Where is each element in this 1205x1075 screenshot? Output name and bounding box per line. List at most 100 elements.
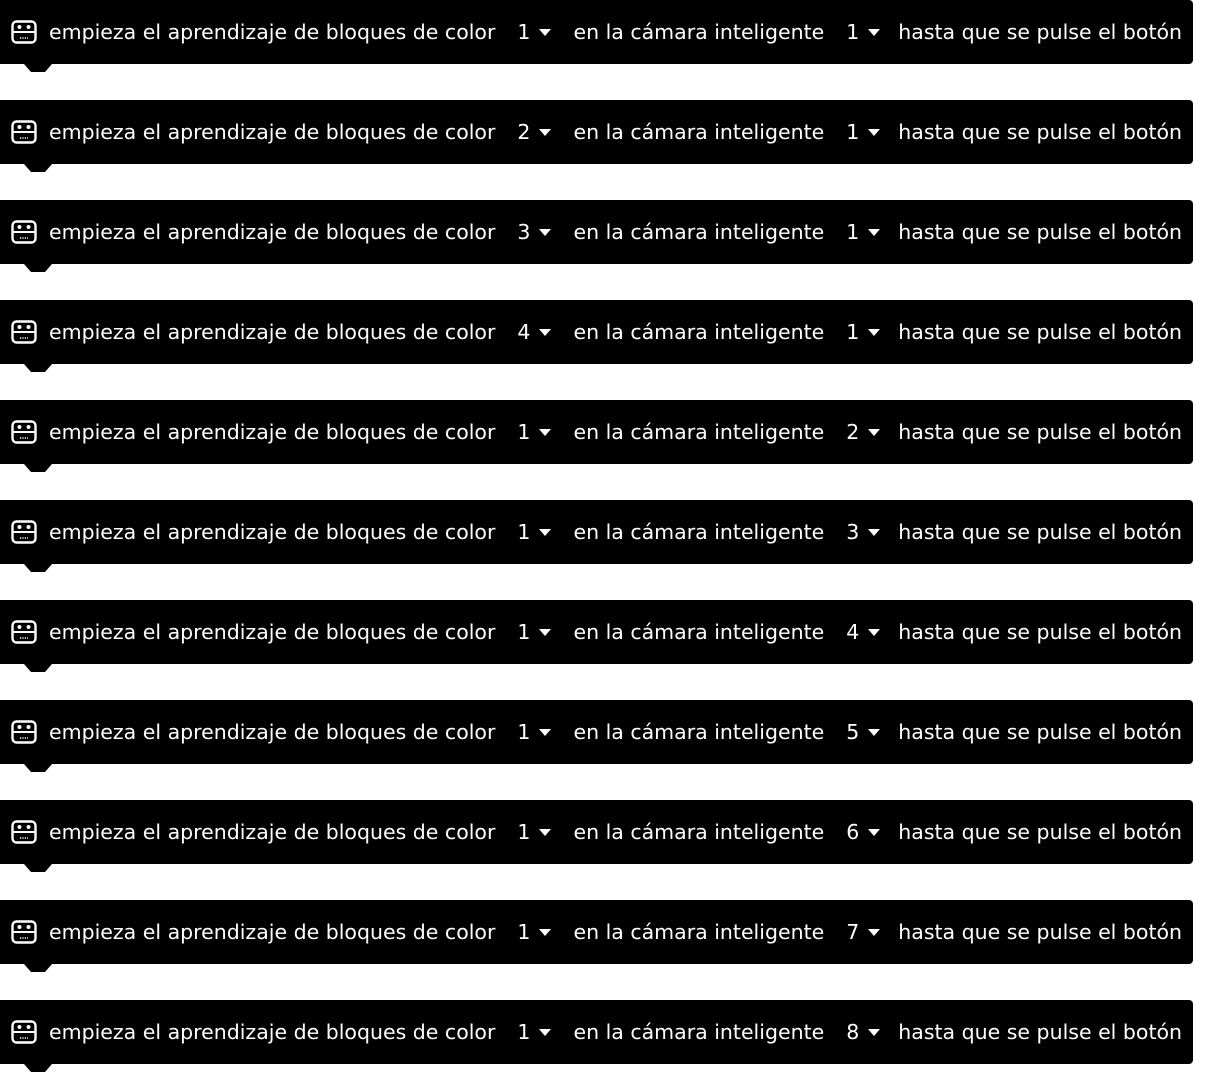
color-block-dropdown[interactable]: 3 — [517, 220, 552, 244]
color-block-dropdown[interactable]: 1 — [517, 420, 552, 444]
color-block-dropdown[interactable]: 1 — [517, 1020, 552, 1044]
color-block-dropdown[interactable]: 1 — [517, 20, 552, 44]
color-block-dropdown[interactable]: 1 — [517, 720, 552, 744]
color-block-value: 1 — [517, 920, 531, 944]
caret-down-icon — [868, 628, 881, 636]
camera-value: 1 — [846, 120, 860, 144]
block-label-start: empieza el aprendizaje de bloques de col… — [49, 820, 496, 844]
caret-down-icon — [868, 828, 881, 836]
camera-dropdown[interactable]: 1 — [846, 120, 881, 144]
block-label-middle: en la cámara inteligente — [573, 420, 825, 444]
color-block-value: 1 — [517, 720, 531, 744]
block-label-middle: en la cámara inteligente — [573, 120, 825, 144]
caret-down-icon — [539, 228, 552, 236]
block-label-middle: en la cámara inteligente — [573, 220, 825, 244]
block-label-start: empieza el aprendizaje de bloques de col… — [49, 520, 496, 544]
camera-dropdown[interactable]: 7 — [846, 920, 881, 944]
camera-value: 5 — [846, 720, 860, 744]
learn-color-block[interactable]: empieza el aprendizaje de bloques de col… — [0, 300, 1194, 364]
camera-value: 1 — [846, 220, 860, 244]
block-label-middle: en la cámara inteligente — [573, 720, 825, 744]
camera-dropdown[interactable]: 3 — [846, 520, 881, 544]
block-label-start: empieza el aprendizaje de bloques de col… — [49, 920, 496, 944]
block-label-end: hasta que se pulse el botón — [898, 220, 1183, 244]
block-label-start: empieza el aprendizaje de bloques de col… — [49, 20, 496, 44]
block-label-middle: en la cámara inteligente — [573, 920, 825, 944]
color-block-value: 1 — [517, 20, 531, 44]
camera-value: 3 — [846, 520, 860, 544]
camera-dropdown[interactable]: 4 — [846, 620, 881, 644]
robot-face-icon — [11, 819, 37, 845]
caret-down-icon — [868, 528, 881, 536]
color-block-dropdown[interactable]: 1 — [517, 920, 552, 944]
caret-down-icon — [539, 528, 552, 536]
learn-color-block[interactable]: empieza el aprendizaje de bloques de col… — [0, 400, 1194, 464]
robot-face-icon — [11, 19, 37, 45]
color-block-value: 4 — [517, 320, 531, 344]
learn-color-block[interactable]: empieza el aprendizaje de bloques de col… — [0, 500, 1194, 564]
robot-face-icon — [11, 1019, 37, 1045]
learn-color-block[interactable]: empieza el aprendizaje de bloques de col… — [0, 100, 1194, 164]
color-block-value: 1 — [517, 820, 531, 844]
block-label-start: empieza el aprendizaje de bloques de col… — [49, 320, 496, 344]
caret-down-icon — [539, 128, 552, 136]
color-block-value: 1 — [517, 1020, 531, 1044]
caret-down-icon — [539, 28, 552, 36]
camera-value: 4 — [846, 620, 860, 644]
block-label-end: hasta que se pulse el botón — [898, 520, 1183, 544]
caret-down-icon — [868, 228, 881, 236]
block-label-end: hasta que se pulse el botón — [898, 920, 1183, 944]
block-label-start: empieza el aprendizaje de bloques de col… — [49, 1020, 496, 1044]
block-label-middle: en la cámara inteligente — [573, 620, 825, 644]
robot-face-icon — [11, 419, 37, 445]
learn-color-block[interactable]: empieza el aprendizaje de bloques de col… — [0, 200, 1194, 264]
camera-dropdown[interactable]: 1 — [846, 220, 881, 244]
camera-dropdown[interactable]: 1 — [846, 320, 881, 344]
block-label-end: hasta que se pulse el botón — [898, 620, 1183, 644]
robot-face-icon — [11, 319, 37, 345]
block-label-end: hasta que se pulse el botón — [898, 120, 1183, 144]
camera-value: 1 — [846, 320, 860, 344]
learn-color-block[interactable]: empieza el aprendizaje de bloques de col… — [0, 900, 1194, 964]
camera-dropdown[interactable]: 6 — [846, 820, 881, 844]
block-label-middle: en la cámara inteligente — [573, 320, 825, 344]
caret-down-icon — [868, 428, 881, 436]
learn-color-block[interactable]: empieza el aprendizaje de bloques de col… — [0, 600, 1194, 664]
color-block-value: 1 — [517, 420, 531, 444]
caret-down-icon — [539, 428, 552, 436]
block-label-start: empieza el aprendizaje de bloques de col… — [49, 120, 496, 144]
caret-down-icon — [539, 928, 552, 936]
camera-dropdown[interactable]: 5 — [846, 720, 881, 744]
camera-dropdown[interactable]: 2 — [846, 420, 881, 444]
robot-face-icon — [11, 919, 37, 945]
robot-face-icon — [11, 719, 37, 745]
color-block-dropdown[interactable]: 4 — [517, 320, 552, 344]
robot-face-icon — [11, 219, 37, 245]
camera-value: 7 — [846, 920, 860, 944]
block-label-middle: en la cámara inteligente — [573, 1020, 825, 1044]
robot-face-icon — [11, 619, 37, 645]
block-label-start: empieza el aprendizaje de bloques de col… — [49, 420, 496, 444]
color-block-dropdown[interactable]: 2 — [517, 120, 552, 144]
camera-value: 8 — [846, 1020, 860, 1044]
color-block-dropdown[interactable]: 1 — [517, 620, 552, 644]
learn-color-block[interactable]: empieza el aprendizaje de bloques de col… — [0, 800, 1194, 864]
caret-down-icon — [868, 728, 881, 736]
learn-color-block[interactable]: empieza el aprendizaje de bloques de col… — [0, 700, 1194, 764]
color-block-dropdown[interactable]: 1 — [517, 820, 552, 844]
camera-value: 6 — [846, 820, 860, 844]
caret-down-icon — [868, 928, 881, 936]
block-label-end: hasta que se pulse el botón — [898, 420, 1183, 444]
camera-value: 2 — [846, 420, 860, 444]
block-label-end: hasta que se pulse el botón — [898, 20, 1183, 44]
block-label-middle: en la cámara inteligente — [573, 20, 825, 44]
camera-dropdown[interactable]: 8 — [846, 1020, 881, 1044]
color-block-value: 1 — [517, 520, 531, 544]
block-label-middle: en la cámara inteligente — [573, 520, 825, 544]
caret-down-icon — [868, 128, 881, 136]
learn-color-block[interactable]: empieza el aprendizaje de bloques de col… — [0, 0, 1194, 64]
learn-color-block[interactable]: empieza el aprendizaje de bloques de col… — [0, 1000, 1194, 1064]
camera-dropdown[interactable]: 1 — [846, 20, 881, 44]
robot-face-icon — [11, 119, 37, 145]
color-block-dropdown[interactable]: 1 — [517, 520, 552, 544]
